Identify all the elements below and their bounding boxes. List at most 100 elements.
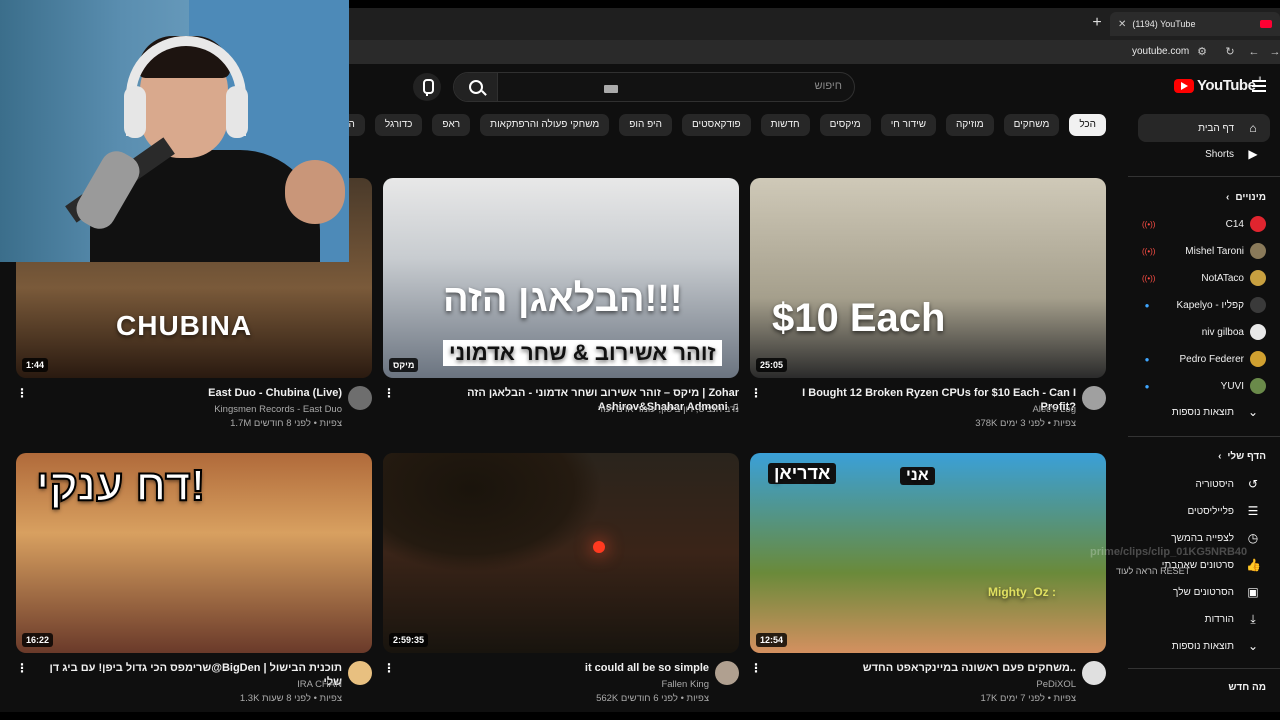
sidebar-item-downloads[interactable]: הורדות ⤓ [1138, 605, 1270, 633]
video-thumbnail[interactable]: דח ענקי! 16:22 [16, 453, 372, 653]
logo-text: YouTube [1197, 77, 1256, 94]
sidebar-item-home[interactable]: דף הבית ⌂ [1138, 114, 1270, 142]
channel-avatar [1250, 216, 1266, 232]
video-thumbnail[interactable]: הבלאגן הזה!!! זוהר אשירוב & שחר אדמוני מיק… [383, 178, 739, 378]
subscription-item[interactable]: ● YUVI [1142, 376, 1266, 396]
channel-name[interactable]: נדב חנציס, רון ביטון, עומר אדם ועוד [598, 404, 739, 415]
filter-chip[interactable]: משחקים [1003, 114, 1060, 136]
live-icon: ((•)) [1142, 273, 1156, 283]
youtube-favicon-icon [1260, 20, 1272, 28]
sidebar-item-playlists[interactable]: פלייליסטים ☰ [1138, 497, 1270, 525]
menu-hint: הראה לעוד RESET [1116, 566, 1191, 576]
more-options-icon[interactable]: ⋮ [16, 661, 28, 675]
channel-avatar[interactable] [348, 661, 372, 685]
show-more-subscriptions[interactable]: תוצאות נוספות ⌄ [1138, 398, 1270, 426]
address-bar[interactable]: youtube.com [1132, 46, 1189, 57]
you-title[interactable]: ‹ הדף שלי [1218, 451, 1266, 462]
filter-chip[interactable]: היפ הופ [619, 114, 672, 136]
channel-name[interactable]: PeDiXOL [1036, 679, 1076, 690]
reload-icon[interactable]: ↻ [1223, 45, 1237, 59]
channel-name[interactable]: IRA CHAN [297, 679, 342, 690]
video-meta: שרימפס הכי גדול ביפן! עם ביג דן@BigDen |… [16, 661, 372, 717]
video-card[interactable]: דח ענקי! 16:22 שרימפס הכי גדול ביפן! עם בי… [16, 453, 372, 717]
keyboard-icon[interactable] [604, 85, 618, 93]
search-input[interactable]: חיפוש [453, 72, 855, 102]
subscription-item[interactable]: ● Kapelyo - קפליו [1142, 295, 1266, 315]
video-thumbnail[interactable]: $10 Each 25:05 [750, 178, 1106, 378]
channel-avatar [1250, 270, 1266, 286]
video-card[interactable]: הבלאגן הזה!!! זוהר אשירוב & שחר אדמוני מיק… [383, 178, 739, 442]
filter-chip[interactable]: הכל [1069, 114, 1106, 136]
thumbnail-text: CHUBINA [116, 310, 253, 341]
site-settings-icon[interactable]: ⚙ [1195, 45, 1209, 59]
browser-tab[interactable]: ✕ (1194) YouTube [1110, 12, 1280, 36]
subscriptions-title[interactable]: ‹ מינויים [1226, 192, 1266, 203]
channel-avatar[interactable] [348, 386, 372, 410]
more-options-icon[interactable]: ⋮ [383, 386, 395, 400]
sidebar-item-your-videos[interactable]: הסרטונים שלך ▣ [1138, 578, 1270, 606]
divider [1128, 668, 1280, 669]
channel-avatar [1250, 351, 1266, 367]
forward-icon[interactable]: → [1268, 45, 1280, 59]
channel-name[interactable]: Fallen King [661, 679, 709, 690]
menu-icon[interactable] [1252, 80, 1266, 92]
subscription-item[interactable]: ((•)) C14 [1142, 214, 1266, 234]
video-duration: 12:54 [756, 633, 788, 647]
youtube-logo[interactable]: YouTube IL [1174, 77, 1263, 94]
more-options-icon[interactable]: ⋮ [750, 386, 762, 400]
subscription-item[interactable]: ● Pedro Federer [1142, 349, 1266, 369]
sidebar-item-history[interactable]: היסטוריה ↺ [1138, 470, 1270, 498]
more-options-icon[interactable]: ⋮ [383, 661, 395, 675]
channel-avatar[interactable] [715, 661, 739, 685]
search-icon[interactable] [454, 73, 498, 101]
new-tab-button[interactable]: + [1088, 14, 1106, 32]
channel-name[interactable]: Kingsmen Records - East Duo [214, 404, 342, 415]
video-title[interactable]: משחקים פעם ראשונה במיינקראפט החדש.. [776, 661, 1076, 675]
video-thumbnail[interactable]: 2:59:35 [383, 453, 739, 653]
filter-chip[interactable]: מוזיקה [946, 114, 994, 136]
tree-graphic [383, 453, 603, 573]
back-icon[interactable]: ← [1247, 45, 1261, 59]
filter-chip[interactable]: מיקסים [819, 114, 871, 136]
video-duration: 1:44 [22, 358, 49, 372]
section-label: מינויים [1235, 192, 1266, 203]
channel-avatar[interactable] [1082, 661, 1106, 685]
video-card[interactable]: $10 Each 25:05 I Bought 12 Broken Ryzen CP… [750, 178, 1106, 442]
video-meta: מיקס – זוהר אשירוב ושחר אדמוני - הבלאגן … [383, 386, 739, 442]
filter-chip[interactable]: חדשות [760, 114, 810, 136]
subscription-item[interactable]: ((•)) Mishel Taroni [1142, 241, 1266, 261]
video-meta: I Bought 12 Broken Ryzen CPUs for $10 Ea… [750, 386, 1106, 442]
video-icon: ▣ [1247, 585, 1259, 599]
video-card[interactable]: 2:59:35 it could all be so simple Fallen K… [383, 453, 739, 717]
close-tab-icon[interactable]: ✕ [1118, 19, 1126, 30]
subscription-item[interactable]: niv gilboa [1142, 322, 1266, 342]
channel-avatar[interactable] [1082, 386, 1106, 410]
sidebar-item-label: תוצאות נוספות [1171, 640, 1234, 652]
filter-chip[interactable]: כדורגל [374, 114, 423, 136]
subscription-item[interactable]: ((•)) NotATaco [1142, 268, 1266, 288]
video-title[interactable]: East Duo - Chubina (Live) [42, 386, 342, 400]
video-card[interactable]: אדריאן אני Mighty_Oz : 12:54 משחקים פעם ראשו… [750, 453, 1106, 717]
filter-chip[interactable]: משחקי פעולה והרפתקאות [480, 114, 610, 136]
video-title[interactable]: I Bought 12 Broken Ryzen CPUs for $10 Ea… [776, 386, 1076, 414]
more-options-icon[interactable]: ⋮ [16, 386, 28, 400]
filter-chip[interactable]: ראפ [432, 114, 471, 136]
show-more-you[interactable]: תוצאות נוספות ⌄ [1138, 632, 1270, 660]
divider [1128, 176, 1280, 177]
new-content-dot-icon: ● [1144, 300, 1150, 310]
sidebar-item-shorts[interactable]: Shorts ▶ [1138, 140, 1270, 168]
sidebar-item-label: תוצאות נוספות [1171, 406, 1234, 418]
video-thumbnail[interactable]: אדריאן אני Mighty_Oz : 12:54 [750, 453, 1106, 653]
voice-search-icon[interactable] [413, 73, 441, 101]
filter-chip[interactable]: פודקאסטים [681, 114, 751, 136]
video-title[interactable]: it could all be so simple [409, 661, 709, 675]
thumbnail-text: דח ענקי! [35, 460, 206, 511]
channel-name[interactable]: Alec's Log [1032, 404, 1076, 415]
subscription-name: Mishel Taroni [1185, 245, 1244, 257]
divider [1128, 436, 1280, 437]
history-icon: ↺ [1247, 477, 1259, 491]
filter-chip[interactable]: שידור חי [880, 114, 937, 136]
subscription-name: Pedro Federer [1179, 353, 1244, 365]
streamer-hand [285, 160, 345, 224]
more-options-icon[interactable]: ⋮ [750, 661, 762, 675]
